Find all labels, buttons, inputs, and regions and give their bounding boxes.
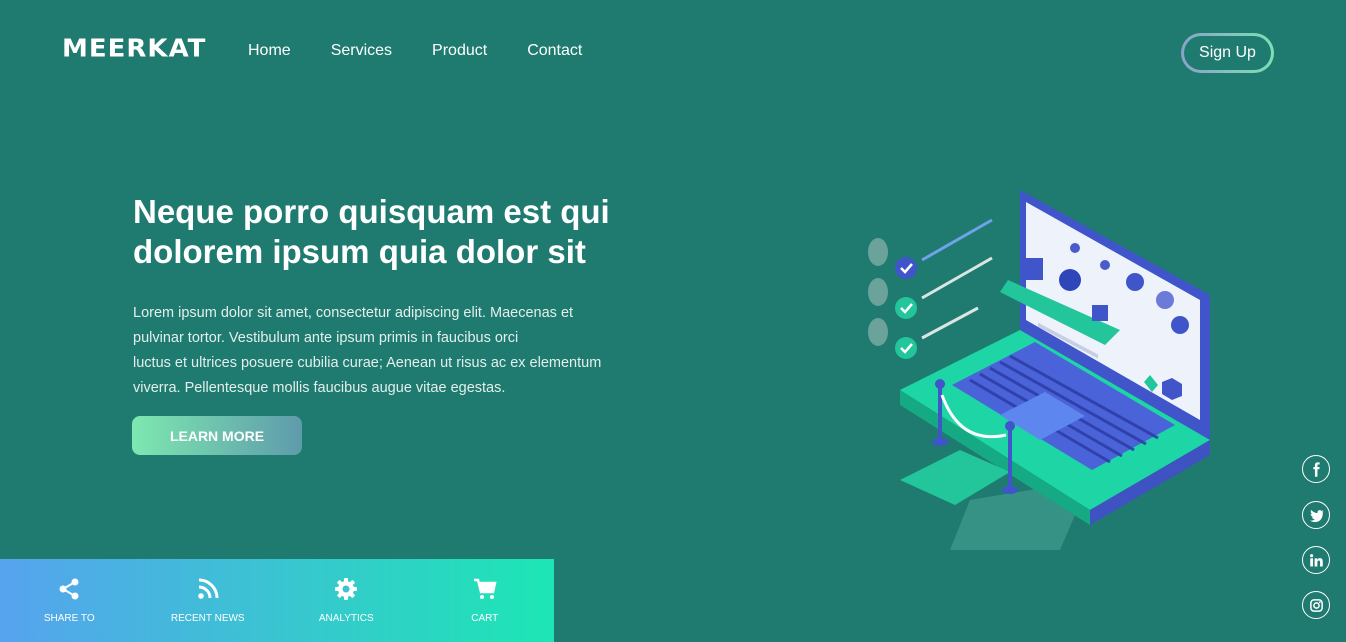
logo[interactable]: MEERKAT (62, 35, 206, 64)
signup-button[interactable]: Sign Up (1181, 33, 1274, 73)
nav-home[interactable]: Home (248, 42, 291, 60)
cart-label: CART (471, 613, 499, 624)
analytics-label: ANALYTICS (318, 613, 374, 624)
learn-more-button[interactable]: LEARN MORE (132, 416, 302, 455)
cart-icon (473, 578, 497, 599)
hero-description: Lorem ipsum dolor sit amet, consectetur … (133, 301, 633, 401)
nav-services[interactable]: Services (331, 42, 392, 60)
hero-description-line: viverra. Pellentesque mollis faucibus au… (133, 380, 506, 396)
facebook-icon (1312, 461, 1320, 477)
recent-news-label: RECENT NEWS (170, 613, 245, 624)
nav-contact[interactable]: Contact (527, 42, 582, 60)
analytics-button[interactable]: ANALYTICS (277, 559, 416, 642)
hero-title: Neque porro quisquam est qui dolorem ips… (133, 193, 610, 270)
bottom-action-bar: SHARE TO RECENT NEWS ANALYTICS CART (0, 559, 554, 642)
gear-icon (335, 578, 358, 600)
nav-product[interactable]: Product (432, 42, 487, 60)
recent-news-button[interactable]: RECENT NEWS (139, 559, 278, 642)
instagram-link[interactable] (1302, 591, 1330, 619)
laptop-illustration (868, 190, 1210, 550)
instagram-icon (1309, 598, 1323, 612)
hero-description-line: Lorem ipsum dolor sit amet, consectetur … (133, 305, 574, 321)
main-nav: Home Services Product Contact (248, 42, 582, 60)
share-to-button[interactable]: SHARE TO (0, 559, 139, 642)
hero-description-line: luctus et ultrices posuere cubilia curae… (133, 355, 602, 371)
share-to-label: SHARE TO (43, 613, 95, 624)
rss-icon (197, 578, 219, 599)
linkedin-link[interactable] (1302, 546, 1330, 574)
linkedin-icon (1309, 553, 1323, 566)
hero-description-line: pulvinar tortor. Vestibulum ante ipsum p… (133, 330, 519, 346)
share-icon (59, 578, 79, 600)
twitter-link[interactable] (1302, 501, 1330, 529)
facebook-link[interactable] (1302, 455, 1330, 483)
cart-button[interactable]: CART (416, 559, 555, 642)
twitter-icon (1309, 509, 1323, 522)
